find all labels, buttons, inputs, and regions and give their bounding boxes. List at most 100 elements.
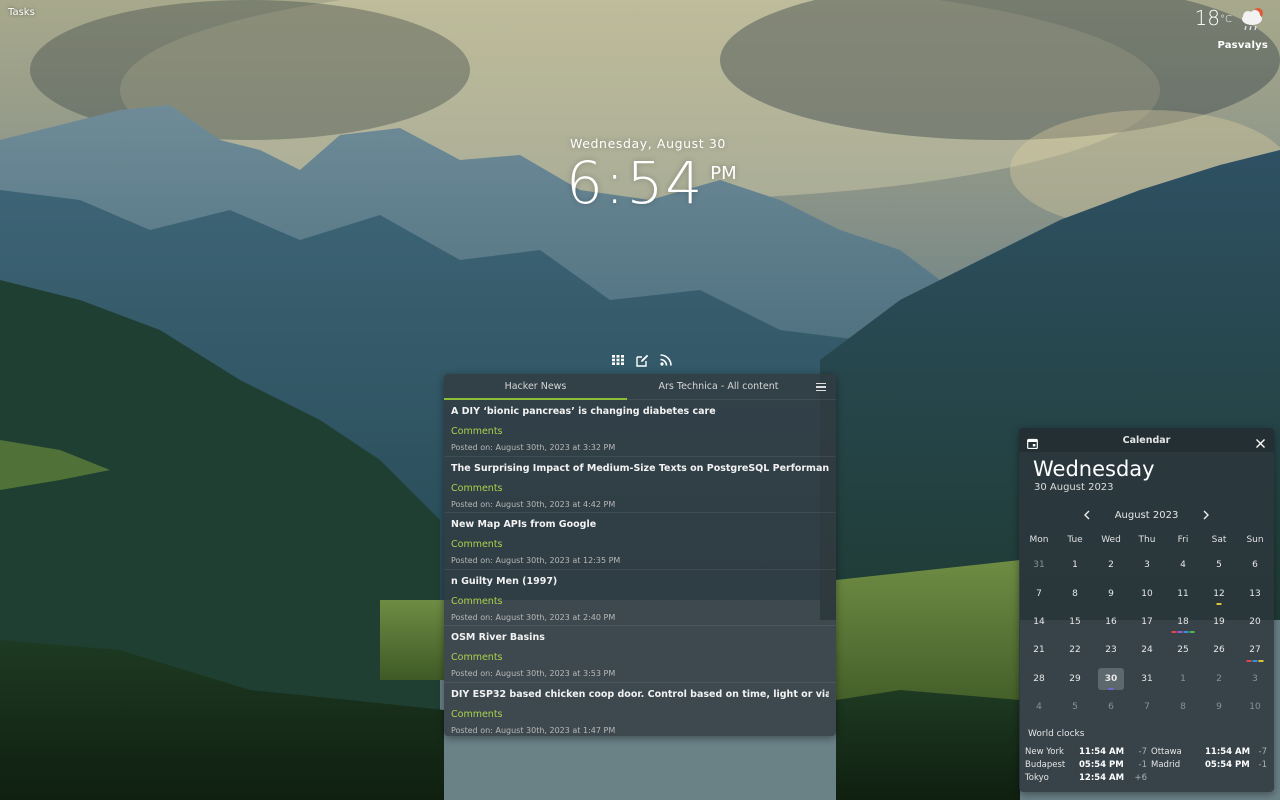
temperature: 18°C — [1195, 4, 1232, 32]
feed-item: OSM River Basins Comments Posted on: Aug… — [444, 626, 836, 683]
hamburger-menu-icon[interactable] — [812, 379, 830, 395]
world-clock-time: 12:54 AM — [1079, 773, 1129, 783]
chevron-left-icon[interactable] — [1081, 509, 1093, 521]
feed-item: A DIY ‘bionic pancreas’ is changing diab… — [444, 400, 836, 457]
feed-item-title[interactable]: DIY ESP32 based chicken coop door. Contr… — [451, 689, 829, 700]
feed-item-comments-link[interactable]: Comments — [451, 539, 503, 550]
event-markers — [1172, 631, 1195, 633]
world-clocks: New York 11:54 AM -7 Ottawa 11:54 AM -7 … — [1025, 747, 1274, 783]
weekday-header: Tue — [1057, 529, 1093, 551]
calendar-day[interactable]: 9 — [1201, 693, 1237, 721]
calendar-day[interactable]: 8 — [1057, 579, 1093, 607]
feed-item-title[interactable]: OSM River Basins — [451, 632, 829, 643]
calendar-day[interactable]: 13 — [1237, 579, 1273, 607]
calendar-day[interactable]: 17 — [1129, 608, 1165, 636]
rss-icon[interactable] — [658, 352, 674, 368]
event-markers — [1109, 688, 1114, 690]
feed-item-title[interactable]: New Map APIs from Google — [451, 519, 829, 530]
month-label[interactable]: August 2023 — [1115, 510, 1179, 521]
calendar-day[interactable]: 3 — [1237, 665, 1273, 693]
calendar-day[interactable]: 10 — [1237, 693, 1273, 721]
world-clock-city: Budapest — [1025, 760, 1079, 770]
calendar-day[interactable]: 29 — [1057, 665, 1093, 693]
rss-feed-panel: Hacker News Ars Technica - All content A… — [444, 374, 836, 736]
calendar-day[interactable]: 8 — [1165, 693, 1201, 721]
feed-item-comments-link[interactable]: Comments — [451, 652, 503, 663]
calendar-day[interactable]: 2 — [1201, 665, 1237, 693]
feed-item-comments-link[interactable]: Comments — [451, 426, 503, 437]
calendar-day[interactable]: 7 — [1021, 579, 1057, 607]
world-clock-offset: +6 — [1129, 773, 1151, 783]
chevron-right-icon[interactable] — [1200, 509, 1212, 521]
world-clock-offset: -7 — [1129, 747, 1151, 757]
feed-item-date: Posted on: August 30th, 2023 at 4:42 PM — [451, 500, 829, 509]
month-navigation: August 2023 — [1019, 507, 1274, 523]
calendar-day[interactable]: 25 — [1165, 636, 1201, 664]
calendar-day[interactable]: 31 — [1021, 551, 1057, 579]
calendar-day[interactable]: 22 — [1057, 636, 1093, 664]
cloud-rain-icon — [1238, 6, 1268, 32]
calendar-day[interactable]: 19 — [1201, 608, 1237, 636]
calendar-day[interactable]: 3 — [1129, 551, 1165, 579]
calendar-icon[interactable] — [1027, 434, 1038, 445]
calendar-day[interactable]: 20 — [1237, 608, 1273, 636]
calendar-day[interactable]: 7 — [1129, 693, 1165, 721]
calendar-day[interactable]: 5 — [1057, 693, 1093, 721]
calendar-day[interactable]: 1 — [1165, 665, 1201, 693]
edit-icon[interactable] — [634, 352, 650, 368]
tab-ars-technica[interactable]: Ars Technica - All content — [627, 374, 810, 399]
close-icon[interactable] — [1255, 434, 1266, 445]
calendar-header: Calendar — [1019, 428, 1274, 452]
calendar-day[interactable]: 4 — [1021, 693, 1057, 721]
calendar-day[interactable]: 12 — [1201, 579, 1237, 607]
calendar-day[interactable]: 4 — [1165, 551, 1201, 579]
calendar-day[interactable]: 28 — [1021, 665, 1057, 693]
weekday-header: Thu — [1129, 529, 1165, 551]
world-clock-offset: -7 — [1255, 747, 1271, 757]
calendar-day[interactable]: 23 — [1093, 636, 1129, 664]
calendar-day[interactable]: 21 — [1021, 636, 1057, 664]
grid-icon[interactable] — [610, 352, 626, 368]
feed-item: n Guilty Men (1997) Comments Posted on: … — [444, 570, 836, 627]
feed-item-date: Posted on: August 30th, 2023 at 3:32 PM — [451, 443, 829, 452]
world-clock-time: 11:54 AM — [1205, 747, 1255, 757]
weekday-header: Mon — [1021, 529, 1057, 551]
calendar-day-today[interactable]: 30 — [1093, 665, 1129, 693]
weekday-header: Wed — [1093, 529, 1129, 551]
calendar-full-date: 30 August 2023 — [1034, 482, 1274, 493]
weather-widget[interactable]: 18°C Pasvalys — [1195, 4, 1268, 51]
tasks-label[interactable]: Tasks — [8, 7, 35, 18]
feed-item-comments-link[interactable]: Comments — [451, 709, 503, 720]
calendar-day[interactable]: 9 — [1093, 579, 1129, 607]
tab-hacker-news[interactable]: Hacker News — [444, 374, 627, 399]
calendar-day[interactable]: 24 — [1129, 636, 1165, 664]
calendar-day[interactable]: 15 — [1057, 608, 1093, 636]
calendar-day[interactable]: 18 — [1165, 608, 1201, 636]
weekday-header: Sat — [1201, 529, 1237, 551]
calendar-panel: Calendar Wednesday 30 August 2023 August… — [1019, 428, 1274, 792]
calendar-day[interactable]: 5 — [1201, 551, 1237, 579]
feed-item-title[interactable]: The Surprising Impact of Medium-Size Tex… — [451, 463, 829, 474]
calendar-day[interactable]: 31 — [1129, 665, 1165, 693]
calendar-day[interactable]: 1 — [1057, 551, 1093, 579]
calendar-day[interactable]: 11 — [1165, 579, 1201, 607]
feed-item-comments-link[interactable]: Comments — [451, 483, 503, 494]
feed-item-comments-link[interactable]: Comments — [451, 596, 503, 607]
feed-item-date: Posted on: August 30th, 2023 at 2:40 PM — [451, 613, 829, 622]
calendar-day[interactable]: 2 — [1093, 551, 1129, 579]
calendar-weekday: Wednesday — [1033, 456, 1274, 482]
world-clock-city: Ottawa — [1151, 747, 1205, 757]
calendar-day[interactable]: 14 — [1021, 608, 1057, 636]
calendar-day[interactable]: 16 — [1093, 608, 1129, 636]
calendar-day[interactable]: 10 — [1129, 579, 1165, 607]
calendar-day[interactable]: 26 — [1201, 636, 1237, 664]
feed-toolbar — [610, 352, 674, 368]
feed-item-title[interactable]: A DIY ‘bionic pancreas’ is changing diab… — [451, 406, 829, 417]
calendar-day[interactable]: 6 — [1237, 551, 1273, 579]
feed-item-title[interactable]: n Guilty Men (1997) — [451, 576, 829, 587]
world-clock-time: 05:54 PM — [1079, 760, 1129, 770]
world-clock-city: New York — [1025, 747, 1079, 757]
calendar-day[interactable]: 6 — [1093, 693, 1129, 721]
feed-item: DIY ESP32 based chicken coop door. Contr… — [444, 683, 836, 737]
calendar-day[interactable]: 27 — [1237, 636, 1273, 664]
